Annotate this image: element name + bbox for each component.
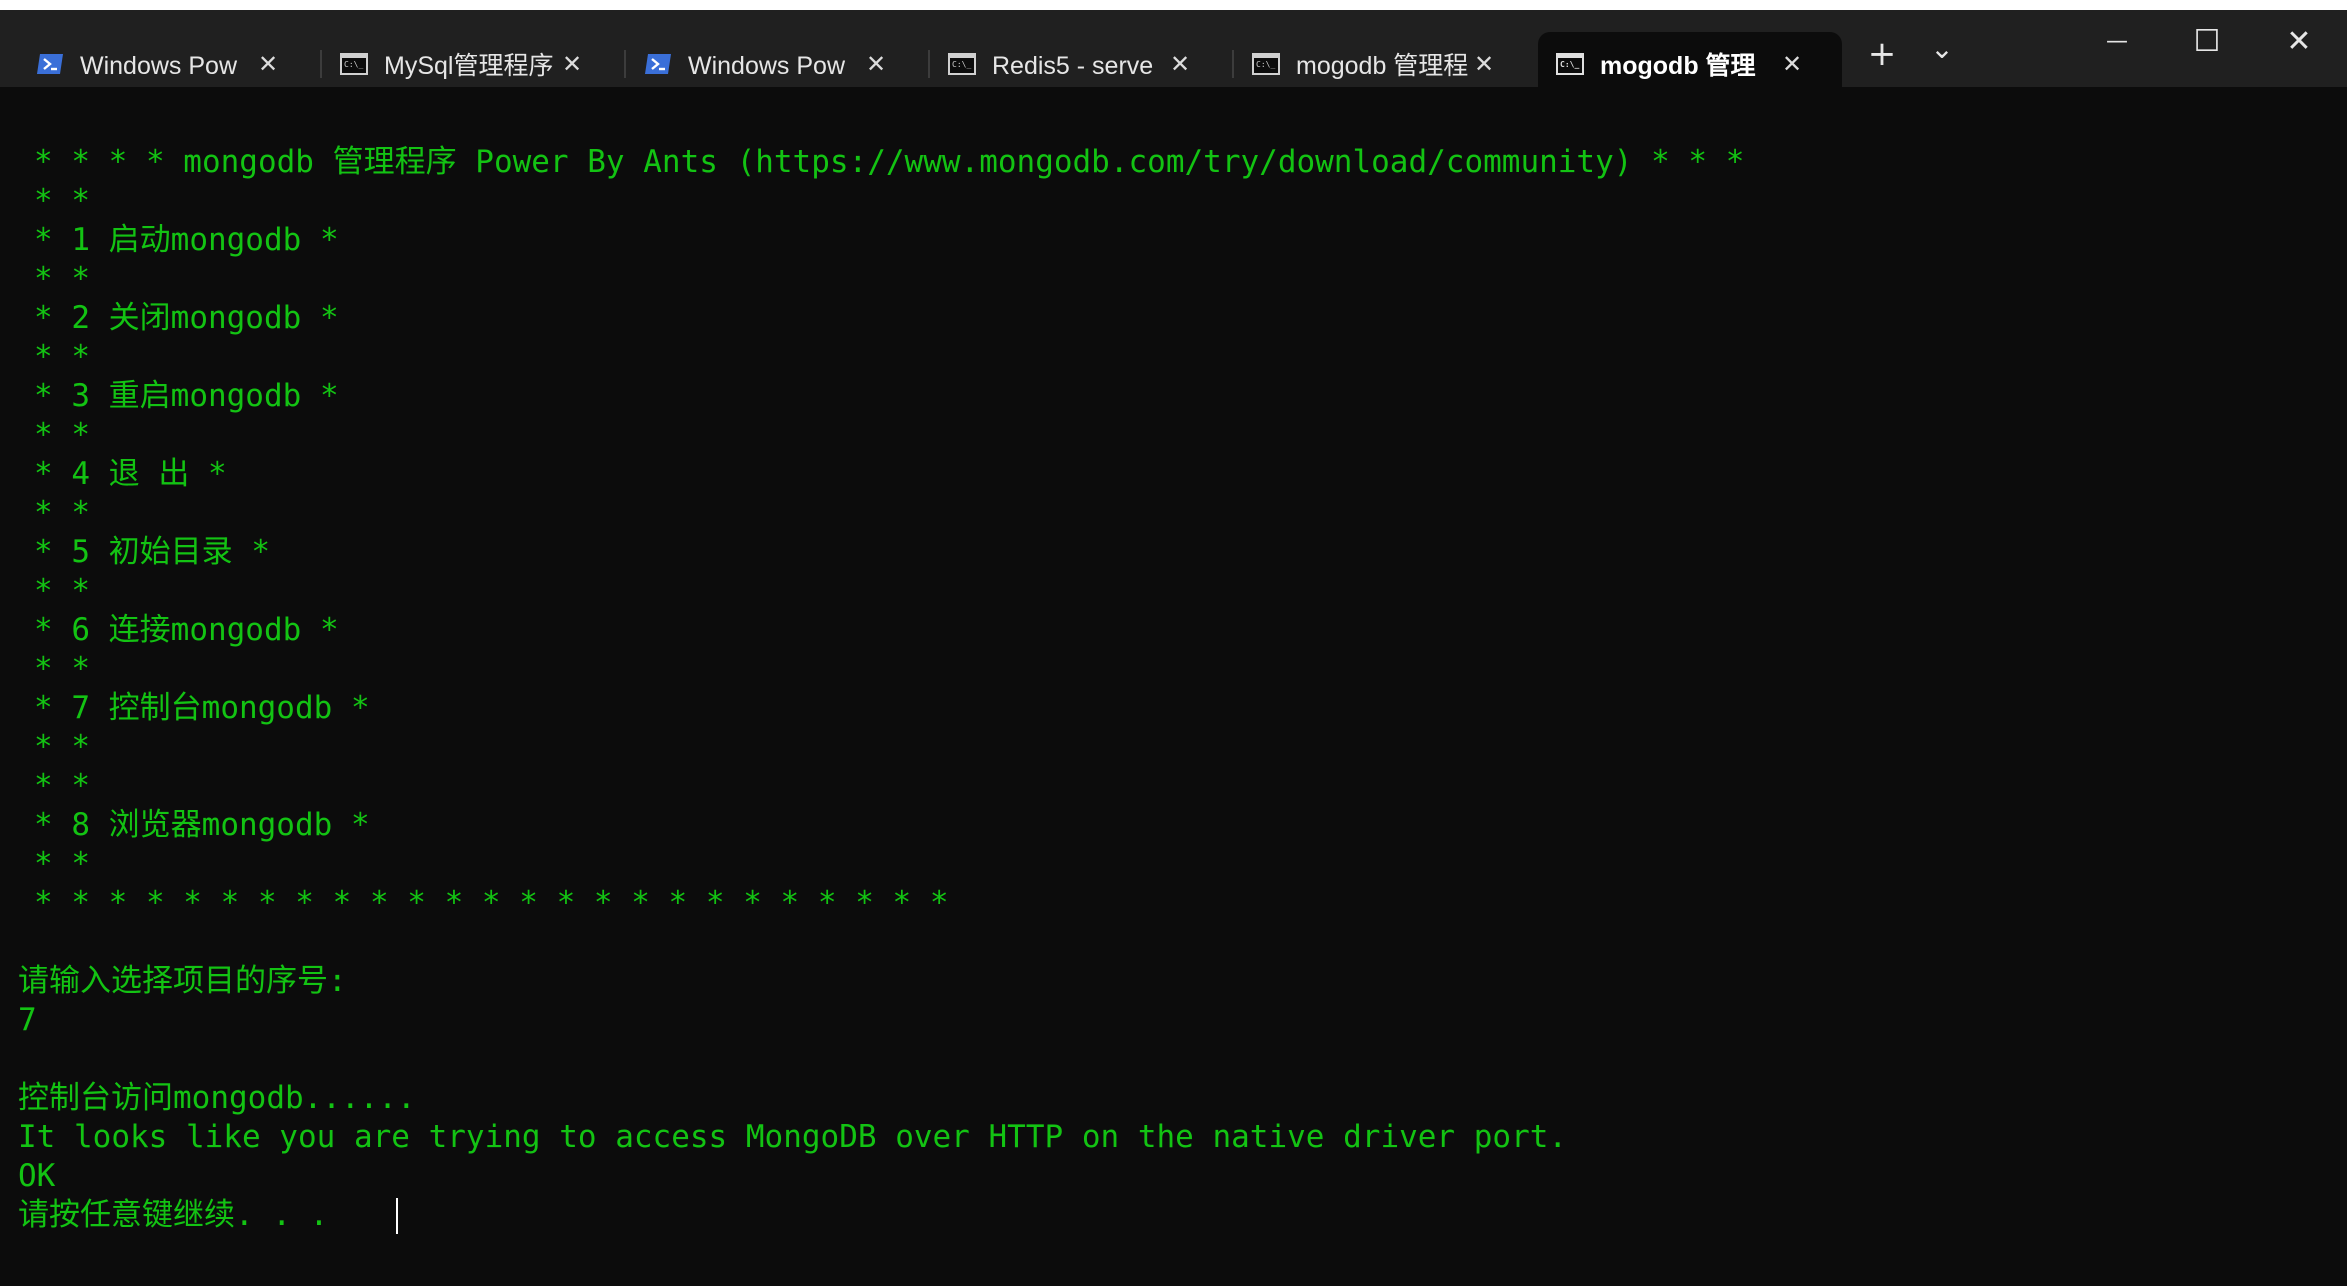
menu-option-5: * 5 初始目录 * <box>34 534 270 570</box>
press-any-key-prompt: 请按任意键继续. . . <box>18 1197 329 1233</box>
close-icon[interactable]: ✕ <box>1778 50 1806 78</box>
chevron-down-icon[interactable]: ⌄ <box>1922 32 1962 72</box>
menu-option-2: * 2 关闭mongodb * <box>34 300 339 336</box>
menu-line: * * <box>34 339 90 375</box>
menu-footer: * * * * * * * * * * * * * * * * * * * * … <box>34 885 949 921</box>
maximize-button[interactable]: ☐ <box>2172 22 2242 62</box>
menu-option-7: * 7 控制台mongodb * <box>34 690 370 726</box>
new-tab-button[interactable]: + <box>1862 34 1902 74</box>
console-icon: C:\_ <box>1252 52 1280 76</box>
menu-option-3: * 3 重启mongodb * <box>34 378 339 414</box>
title-bar[interactable]: Windows Pow ✕ C:\_ MySql管理程序 ✕ Windows P… <box>0 10 2347 97</box>
menu-line: * * <box>34 651 90 687</box>
svg-text:C:\_: C:\_ <box>1560 60 1579 69</box>
powershell-icon <box>644 52 672 76</box>
tab-title: mogodb 管理 <box>1600 52 1756 80</box>
console-icon: C:\_ <box>340 52 368 76</box>
menu-option-1: * 1 启动mongodb * <box>34 222 339 258</box>
menu-option-6: * 6 连接mongodb * <box>34 612 339 648</box>
close-icon[interactable]: ✕ <box>558 50 586 78</box>
ok-message: OK <box>18 1158 56 1194</box>
terminal-window: Windows Pow ✕ C:\_ MySql管理程序 ✕ Windows P… <box>0 0 2347 1286</box>
menu-line: * * <box>34 495 90 531</box>
http-warning-message: It looks like you are trying to access M… <box>18 1119 1568 1155</box>
tab-title: Windows Pow <box>688 52 845 80</box>
close-window-button[interactable]: ✕ <box>2264 22 2334 62</box>
menu-header: * * * * mongodb 管理程序 Power By Ants (http… <box>34 144 1745 180</box>
minimize-button[interactable]: — <box>2082 22 2152 62</box>
close-icon[interactable]: ✕ <box>1166 50 1194 78</box>
menu-option-4: * 4 退 出 * <box>34 456 227 492</box>
terminal-output[interactable]: * * * * mongodb 管理程序 Power By Ants (http… <box>0 87 2347 1286</box>
menu-line: * * <box>34 729 90 765</box>
console-icon: C:\_ <box>1556 52 1584 76</box>
powershell-icon <box>36 52 64 76</box>
input-prompt: 请输入选择项目的序号: <box>18 963 347 999</box>
svg-text:C:\_: C:\_ <box>1256 60 1275 69</box>
menu-line: * * <box>34 573 90 609</box>
svg-text:C:\_: C:\_ <box>344 60 363 69</box>
tab-title: MySql管理程序 <box>384 52 554 80</box>
close-icon[interactable]: ✕ <box>1470 50 1498 78</box>
tab-title: Windows Pow <box>80 52 237 80</box>
console-icon: C:\_ <box>948 52 976 76</box>
close-icon[interactable]: ✕ <box>254 50 282 78</box>
menu-line: * * <box>34 846 90 882</box>
menu-line: * * <box>34 417 90 453</box>
status-message: 控制台访问mongodb...... <box>18 1080 416 1116</box>
menu-line: * * <box>34 768 90 804</box>
svg-text:C:\_: C:\_ <box>952 60 971 69</box>
menu-option-8: * 8 浏览器mongodb * <box>34 807 370 843</box>
text-cursor <box>396 1198 398 1234</box>
menu-line: * * <box>34 183 90 219</box>
close-icon[interactable]: ✕ <box>862 50 890 78</box>
user-input: 7 <box>18 1002 37 1038</box>
tab-title: mogodb 管理程 <box>1296 52 1469 80</box>
tab-title: Redis5 - serve <box>992 52 1154 80</box>
window-top-edge <box>0 0 2347 10</box>
menu-line: * * <box>34 261 90 297</box>
